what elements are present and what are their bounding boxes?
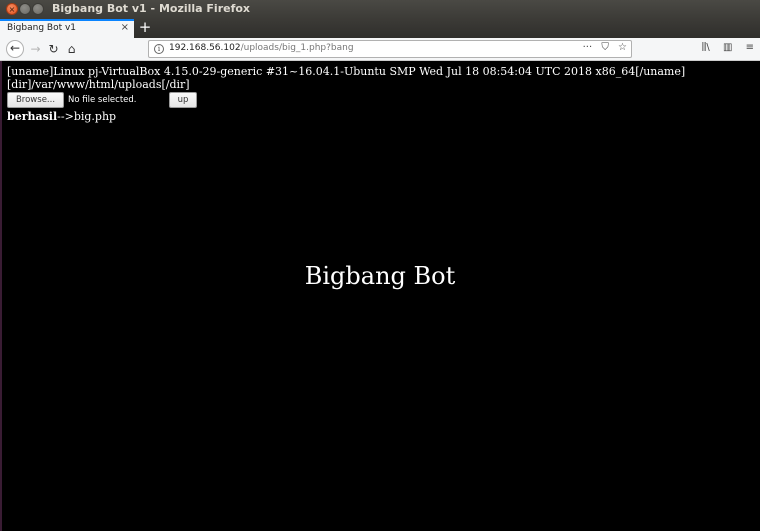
navigation-toolbar: ← → ↻ ⌂ i 192.168.56.102/uploads/big_1.p… [0,38,760,61]
home-icon[interactable]: ⌂ [63,41,80,58]
dir-line: [dir]/var/www/html/uploads[/dir] [7,78,190,91]
url-path: /uploads/big_1.php?bang [240,43,354,53]
window-title: Bigbang Bot v1 - Mozilla Firefox [52,2,251,15]
bookmark-star-icon[interactable]: ☆ [618,42,627,53]
reload-icon[interactable]: ↻ [45,41,62,58]
window-left-edge [0,61,2,531]
pocket-icon[interactable]: ⛉ [601,42,609,53]
sidebar-icon[interactable]: ▥ [723,42,732,53]
toolbar-right-tools: ⫼\ ▥ ≡ [692,42,754,53]
tab-close-icon[interactable]: × [121,22,129,33]
upload-form: Browse... No file selected. up [7,92,685,110]
menu-icon[interactable]: ≡ [746,42,754,53]
browse-button[interactable]: Browse... [7,92,64,108]
window-titlebar: × Bigbang Bot v1 - Mozilla Firefox [0,0,760,19]
new-tab-icon[interactable]: + [138,19,152,36]
result-file: big.php [73,110,117,123]
upload-result: berhasil-->big.php [7,110,685,123]
uname-line: [uname]Linux pj-VirtualBox 4.15.0-29-gen… [7,65,686,78]
result-arrow: --> [57,110,74,123]
upload-button[interactable]: up [169,92,197,108]
site-info-icon[interactable]: i [154,44,164,54]
library-icon[interactable]: ⫼\ [702,42,710,53]
page-heading: Bigbang Bot [304,262,456,290]
page-actions-icon[interactable]: ··· [583,42,593,53]
forward-icon[interactable]: → [27,41,44,58]
url-text[interactable]: 192.168.56.102/uploads/big_1.php?bang [169,43,354,53]
url-actions: ··· ⛉ ☆ [577,42,627,53]
tab-strip: Bigbang Bot v1 × + [0,19,760,38]
shell-output: [uname]Linux pj-VirtualBox 4.15.0-29-gen… [7,65,685,123]
page-content: [uname]Linux pj-VirtualBox 4.15.0-29-gen… [0,61,760,531]
back-icon[interactable]: ← [6,40,24,58]
window-close-icon[interactable]: × [6,3,18,15]
tab-bigbang-bot[interactable]: Bigbang Bot v1 × [0,19,134,38]
file-status-text: No file selected. [68,95,137,105]
tab-label: Bigbang Bot v1 [7,23,77,33]
window-minimize-icon[interactable] [19,3,31,15]
url-bar[interactable]: i 192.168.56.102/uploads/big_1.php?bang … [148,40,632,58]
result-label: berhasil [7,110,58,123]
url-host: 192.168.56.102 [169,43,241,53]
window-maximize-icon[interactable] [32,3,44,15]
